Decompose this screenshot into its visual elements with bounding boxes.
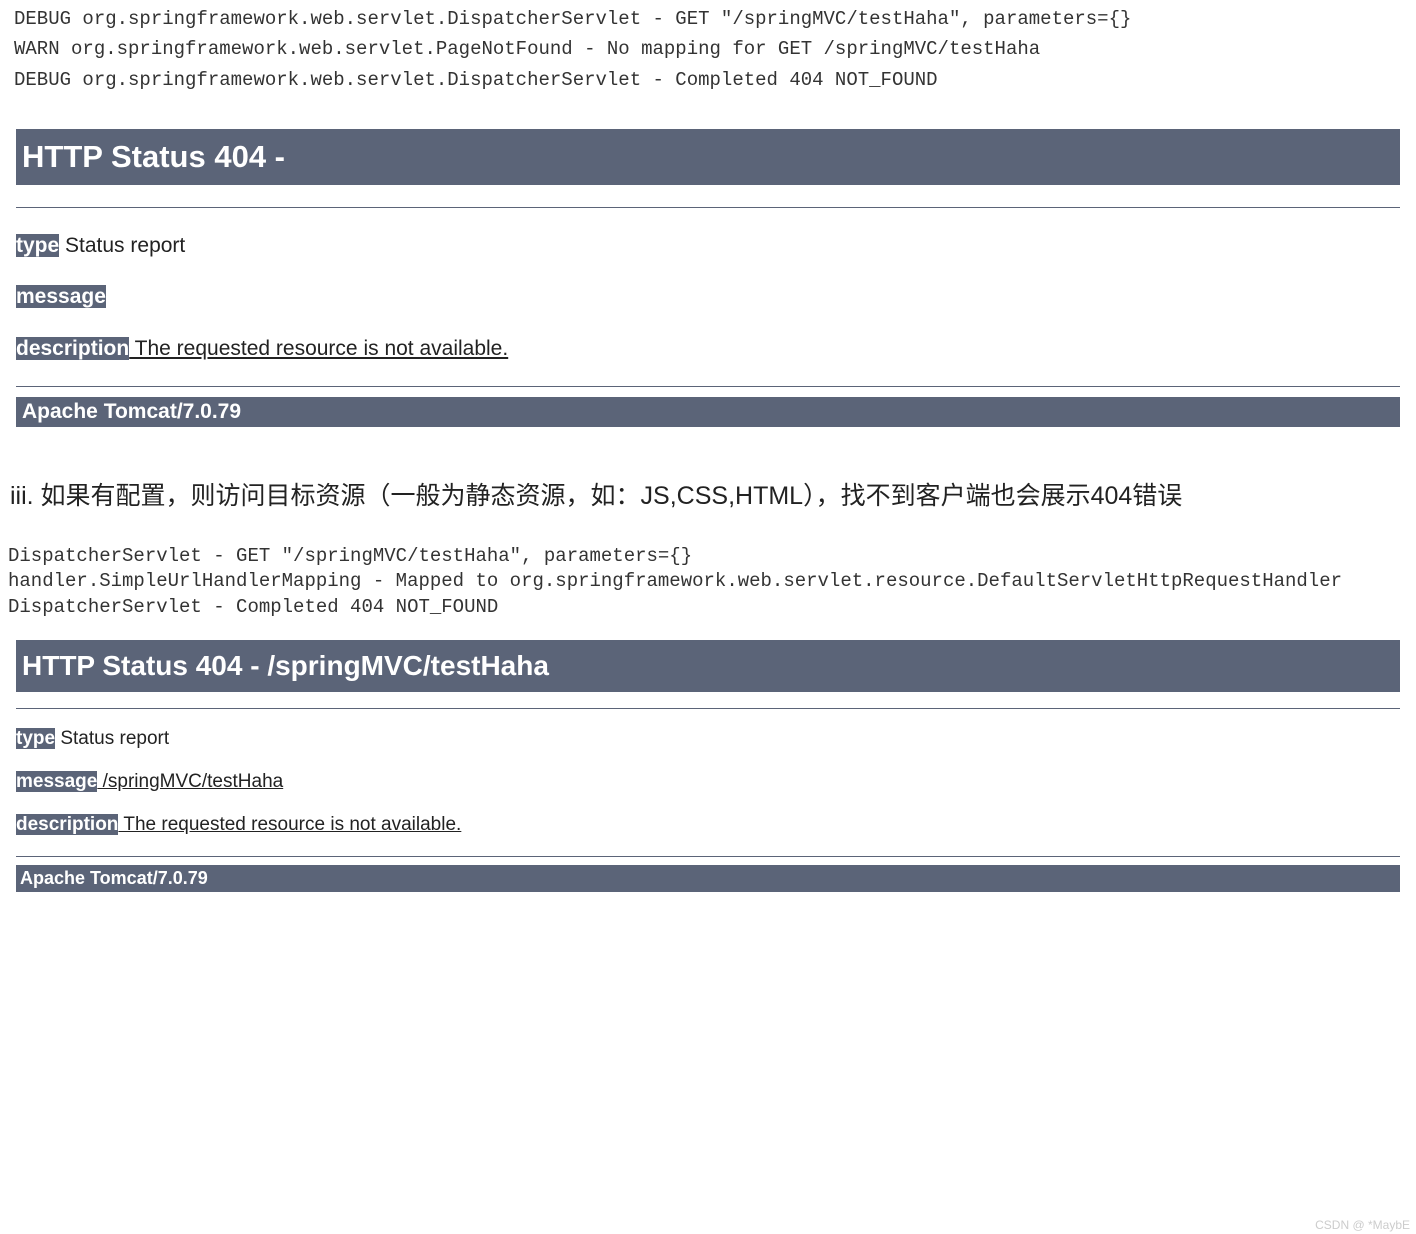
log-line: handler.SimpleUrlHandlerMapping - Mapped… [8,570,1342,592]
http-status-title: HTTP Status 404 - [16,129,1400,185]
section-heading-iii: iii. 如果有配置，则访问目标资源（一般为静态资源，如：JS,CSS,HTML… [0,441,1416,540]
error-description-row: description The requested resource is no… [16,813,1400,838]
type-label: type [16,234,59,257]
divider [16,708,1400,709]
log-line: DispatcherServlet - GET "/springMVC/test… [8,545,692,567]
message-label: message [16,771,97,792]
log-output-2: DispatcherServlet - GET "/springMVC/test… [0,540,1416,625]
tomcat-version-footer: Apache Tomcat/7.0.79 [16,397,1400,427]
log-line: DEBUG org.springframework.web.servlet.Di… [14,69,938,91]
http-status-title: HTTP Status 404 - /springMVC/testHaha [16,640,1400,692]
error-description-row: description The requested resource is no… [16,335,1400,362]
log-output-1: DEBUG org.springframework.web.servlet.Di… [0,0,1416,99]
error-message-row: message /springMVC/testHaha [16,770,1400,795]
log-line: DEBUG org.springframework.web.servlet.Di… [14,8,1131,30]
divider [16,386,1400,387]
description-label: description [16,814,118,835]
type-value: Status report [55,728,169,749]
type-label: type [16,728,55,749]
divider [16,856,1400,857]
divider [16,207,1400,208]
type-value: Status report [59,234,185,257]
error-type-row: type Status report [16,232,1400,259]
description-label: description [16,337,129,360]
watermark: CSDN @ *MaybE [1315,1218,1410,1232]
tomcat-error-page-2: HTTP Status 404 - /springMVC/testHaha ty… [16,640,1400,891]
message-label: message [16,285,106,308]
error-message-row: message [16,283,1400,310]
message-value: /springMVC/testHaha [97,771,283,792]
error-type-row: type Status report [16,727,1400,752]
log-line: DispatcherServlet - Completed 404 NOT_FO… [8,596,498,618]
description-value: The requested resource is not available. [118,814,461,835]
description-value: The requested resource is not available. [129,337,508,360]
tomcat-error-page-1: HTTP Status 404 - type Status report mes… [16,129,1400,427]
tomcat-version-footer: Apache Tomcat/7.0.79 [16,865,1400,892]
log-line: WARN org.springframework.web.servlet.Pag… [14,38,1040,60]
